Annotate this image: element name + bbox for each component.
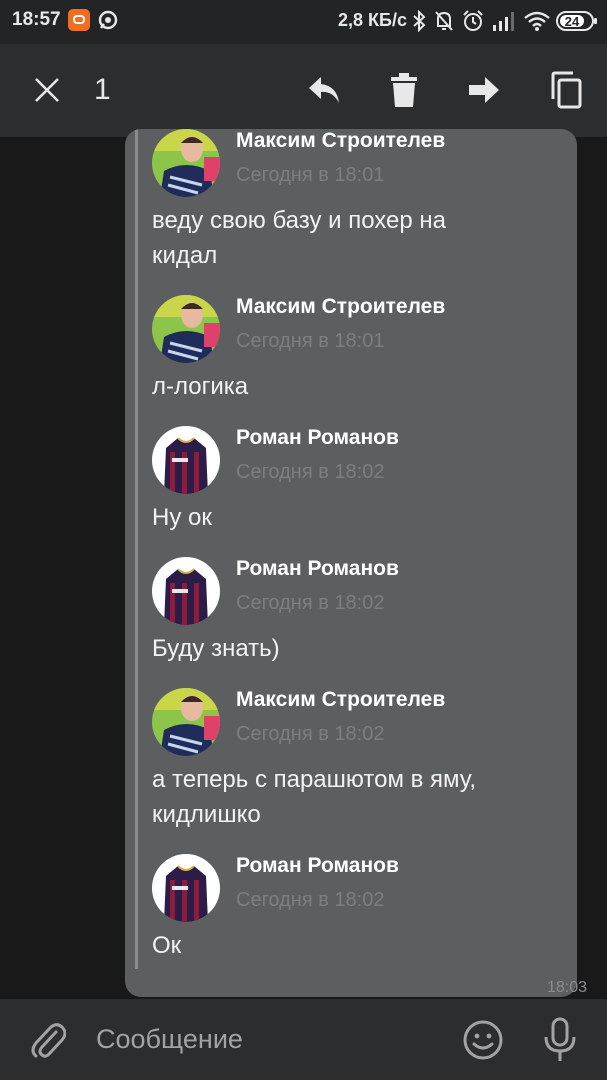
message-date: Сегодня в 18:01 xyxy=(236,330,385,352)
message-text: Буду знать) xyxy=(152,631,552,666)
message-date: Сегодня в 18:02 xyxy=(236,461,385,483)
selected-count: 1 xyxy=(94,73,111,106)
avatar[interactable] xyxy=(152,854,220,922)
battery-icon: 24 xyxy=(556,11,597,31)
message-text-line: а теперь с парашютом в яму, xyxy=(152,766,477,793)
message-text-line: кидлишко xyxy=(152,801,261,828)
avatar[interactable] xyxy=(152,426,220,494)
battery-level: 24 xyxy=(560,15,584,28)
status-time: 18:57 xyxy=(12,9,61,30)
chat-notification-icon xyxy=(98,10,118,30)
forward-quote-bar xyxy=(135,129,138,969)
message-text: а теперь с парашютом в яму, кидлишко xyxy=(152,762,552,832)
selection-toolbar: 1 xyxy=(0,44,607,137)
message-composer: Сообщение xyxy=(0,999,607,1080)
author-name: Максим Строителев xyxy=(236,688,446,711)
avatar[interactable] xyxy=(152,557,220,625)
author-name: Роман Романов xyxy=(236,426,399,449)
message-text: Ну ок xyxy=(152,500,552,535)
author-name: Роман Романов xyxy=(236,557,399,580)
message-date: Сегодня в 18:02 xyxy=(236,592,385,614)
mute-bell-icon xyxy=(435,11,453,31)
chat-area[interactable]: Максим Строителев Сегодня в 18:01 веду с… xyxy=(0,129,607,999)
forward-icon[interactable] xyxy=(464,70,504,110)
wifi-icon xyxy=(524,11,550,31)
avatar[interactable] xyxy=(152,295,220,363)
message-time: 18:03 xyxy=(546,979,587,996)
copy-icon[interactable] xyxy=(546,70,586,110)
message-text-line: Буду знать) xyxy=(152,635,280,662)
message-text-line: Ну ок xyxy=(152,504,212,531)
avatar[interactable] xyxy=(152,688,220,756)
avatar[interactable] xyxy=(152,129,220,197)
author-name: Максим Строителев xyxy=(236,129,446,152)
message-text-line: л-логика xyxy=(152,373,249,400)
message-input[interactable]: Сообщение xyxy=(96,1024,243,1055)
bluetooth-icon xyxy=(413,10,426,32)
message-text: веду свою базу и похер на кидал xyxy=(152,203,552,273)
network-speed: 2,8 КБ/с xyxy=(338,10,407,30)
author-name: Максим Строителев xyxy=(236,295,446,318)
message-date: Сегодня в 18:02 xyxy=(236,889,385,911)
emoji-icon[interactable] xyxy=(462,1019,504,1061)
status-bar: 18:57 2,8 КБ/с 24 xyxy=(0,0,607,44)
mic-icon[interactable] xyxy=(542,1017,578,1063)
message-text-line: кидал xyxy=(152,242,218,269)
message-date: Сегодня в 18:01 xyxy=(236,164,385,186)
alarm-icon xyxy=(463,10,483,31)
app-notification-icon xyxy=(68,9,90,31)
signal-icon xyxy=(493,12,514,31)
close-icon[interactable] xyxy=(27,70,67,110)
message-date: Сегодня в 18:02 xyxy=(236,723,385,745)
message-text: л-логика xyxy=(152,369,552,404)
delete-icon[interactable] xyxy=(384,70,424,110)
message-text: Ок xyxy=(152,928,552,963)
message-text-line: Ок xyxy=(152,932,182,959)
message-bubble[interactable]: Максим Строителев Сегодня в 18:01 веду с… xyxy=(125,129,577,997)
message-text-line: веду свою базу и похер на xyxy=(152,207,446,234)
author-name: Роман Романов xyxy=(236,854,399,877)
reply-icon[interactable] xyxy=(304,70,344,110)
attach-icon[interactable] xyxy=(30,1020,66,1060)
